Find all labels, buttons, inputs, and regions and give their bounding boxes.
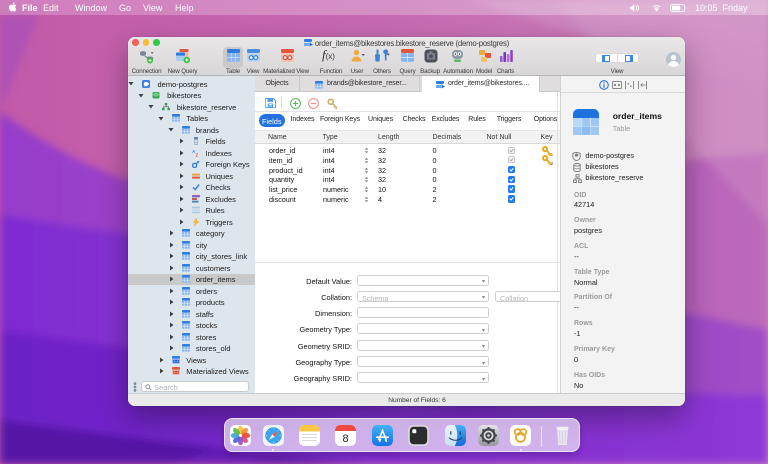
svg-text:8: 8 [342, 433, 348, 445]
